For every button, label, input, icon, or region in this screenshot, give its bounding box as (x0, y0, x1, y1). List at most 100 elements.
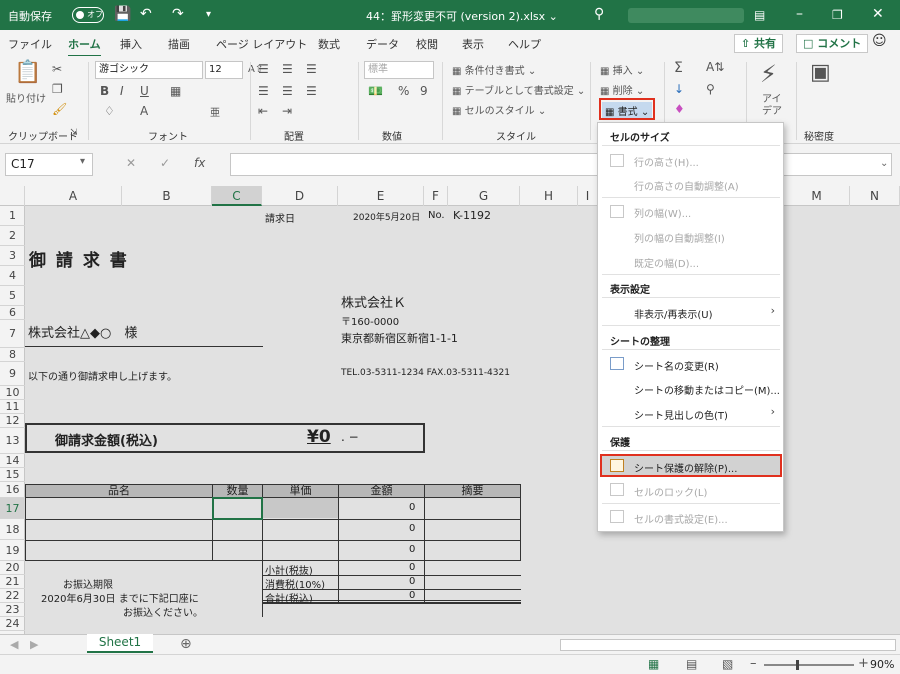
column-header[interactable]: A (25, 186, 122, 206)
page-layout-view-icon[interactable]: ▤ (686, 657, 697, 671)
paste-label[interactable]: 貼り付け (6, 90, 46, 105)
smiley-icon[interactable]: ☺ (872, 33, 887, 49)
format-as-table-button[interactable]: ▦ テーブルとして書式設定 ⌄ (452, 82, 585, 97)
font-size-select[interactable]: 12 (205, 61, 243, 79)
row-header[interactable]: 1 (0, 206, 25, 226)
formula-input[interactable] (230, 153, 892, 176)
row-header[interactable]: 3 (0, 246, 25, 266)
expand-formula-icon[interactable]: ⌄ (880, 158, 888, 169)
row-header[interactable]: 18 (0, 519, 25, 540)
ribbon-display-icon[interactable]: ▤ (754, 8, 765, 22)
row-header[interactable]: 20 (0, 561, 25, 575)
sort-filter-icon[interactable]: A⇅ (706, 60, 724, 74)
row-header[interactable]: 11 (0, 400, 25, 414)
column-header[interactable]: G (448, 186, 520, 206)
column-header[interactable]: I (578, 186, 598, 206)
format-painter-icon[interactable]: 🖌 (52, 102, 67, 116)
menu-row-autofit[interactable]: 行の高さの自動調整(A) (634, 178, 739, 193)
menu-format-cells[interactable]: セルの書式設定(E)... (634, 511, 728, 526)
zoom-in-icon[interactable]: + (858, 656, 869, 671)
tab-help[interactable]: ヘルプ (508, 36, 541, 52)
comma-icon[interactable]: 9 (420, 84, 428, 98)
active-cell-c17[interactable] (212, 497, 263, 520)
cell-styles-button[interactable]: ▦ セルのスタイル ⌄ (452, 102, 546, 117)
row-header[interactable]: 7 (0, 320, 25, 348)
phonetic-icon[interactable]: 亜 (210, 104, 220, 119)
row-header[interactable]: 8 (0, 348, 25, 362)
next-sheet-icon[interactable]: ▶ (30, 638, 38, 651)
share-button[interactable]: ⇧ 共有 (734, 34, 784, 53)
autosave-toggle[interactable]: オフ (72, 7, 104, 23)
column-header[interactable]: C (212, 186, 262, 206)
find-select-icon[interactable]: ⚲ (706, 82, 715, 96)
menu-hide-unhide[interactable]: 非表示/再表示(U) (634, 306, 713, 321)
sensitivity-icon[interactable]: ▣ (810, 60, 831, 85)
sheet-tab-sheet1[interactable]: Sheet1 (87, 634, 153, 653)
underline-icon[interactable]: U (140, 84, 149, 98)
column-header[interactable]: N (850, 186, 900, 206)
bold-icon[interactable]: B (100, 84, 109, 98)
tab-page-layout[interactable]: ページ レイアウト (216, 36, 307, 52)
menu-column-autofit[interactable]: 列の幅の自動調整(I) (634, 230, 725, 245)
horizontal-scrollbar[interactable] (560, 639, 896, 651)
column-header[interactable]: D (262, 186, 338, 206)
row-header[interactable]: 4 (0, 266, 25, 286)
menu-default-width[interactable]: 既定の幅(D)... (634, 255, 699, 270)
tab-draw[interactable]: 描画 (168, 36, 190, 52)
undo-icon[interactable]: ↶ (140, 6, 152, 22)
outdent-icon[interactable]: ⇥ (282, 104, 292, 118)
namebox-dropdown-icon[interactable]: ▾ (80, 156, 85, 167)
row-header[interactable]: 15 (0, 468, 25, 482)
menu-rename-sheet[interactable]: シート名の変更(R) (634, 358, 719, 373)
row-header[interactable]: 19 (0, 540, 25, 561)
menu-tab-color[interactable]: シート見出しの色(T) (634, 407, 728, 422)
menu-move-copy[interactable]: シートの移動またはコピー(M)... (634, 382, 780, 397)
align-bottom-icon[interactable]: ☰ (306, 62, 317, 76)
comment-button[interactable]: □ コメント (796, 34, 869, 53)
window-title[interactable]: 44：罫形変更不可 (version 2).xlsx ⌄ (366, 8, 558, 24)
tab-formulas[interactable]: 数式 (318, 36, 340, 52)
tab-data[interactable]: データ (366, 36, 399, 52)
customize-icon[interactable]: ▾ (206, 9, 211, 20)
row-header[interactable]: 2 (0, 226, 25, 246)
column-header[interactable]: B (122, 186, 212, 206)
fill-icon[interactable]: ↓ (674, 82, 684, 96)
align-center-icon[interactable]: ☰ (282, 84, 293, 98)
column-header[interactable]: E (338, 186, 424, 206)
row-header[interactable]: 24 (0, 617, 25, 631)
ideas-label[interactable]: アイデア (762, 94, 786, 118)
row-header[interactable]: 22 (0, 589, 25, 603)
row-header[interactable]: 23 (0, 603, 25, 617)
column-header[interactable]: H (520, 186, 578, 206)
autosum-icon[interactable]: Σ (674, 60, 683, 76)
delete-cells-button[interactable]: ▦ 削除 ⌄ (600, 82, 644, 97)
select-all[interactable] (0, 186, 25, 206)
row-header[interactable]: 14 (0, 454, 25, 468)
row-header[interactable]: 13 (0, 428, 25, 454)
italic-icon[interactable]: I (120, 84, 124, 98)
column-header[interactable]: F (424, 186, 448, 206)
search-icon[interactable]: ⚲ (594, 6, 604, 22)
restore-icon[interactable]: ❐ (832, 8, 843, 22)
align-middle-icon[interactable]: ☰ (282, 62, 293, 76)
zoom-slider[interactable] (764, 664, 854, 666)
number-format-select[interactable]: 標準 (364, 61, 434, 79)
cancel-icon[interactable]: ✕ (126, 156, 136, 170)
percent-icon[interactable]: % (398, 84, 409, 98)
page-break-view-icon[interactable]: ▧ (722, 657, 733, 671)
normal-view-icon[interactable]: ▦ (648, 657, 659, 671)
tab-review[interactable]: 校閲 (416, 36, 438, 52)
align-right-icon[interactable]: ☰ (306, 84, 317, 98)
prev-sheet-icon[interactable]: ◀ (10, 638, 18, 651)
zoom-slider-thumb[interactable] (796, 660, 799, 670)
row-header[interactable]: 5 (0, 286, 25, 306)
row-header[interactable]: 21 (0, 575, 25, 589)
tab-home[interactable]: ホーム (68, 36, 101, 58)
account-name[interactable] (628, 8, 744, 23)
minimize-icon[interactable]: – (796, 6, 803, 22)
row-header[interactable]: 6 (0, 306, 25, 320)
zoom-level[interactable]: 90% (870, 658, 894, 671)
enter-icon[interactable]: ✓ (160, 156, 170, 170)
unit-price-cell-d17[interactable] (263, 498, 338, 518)
ideas-icon[interactable]: ⚡ (760, 60, 777, 88)
